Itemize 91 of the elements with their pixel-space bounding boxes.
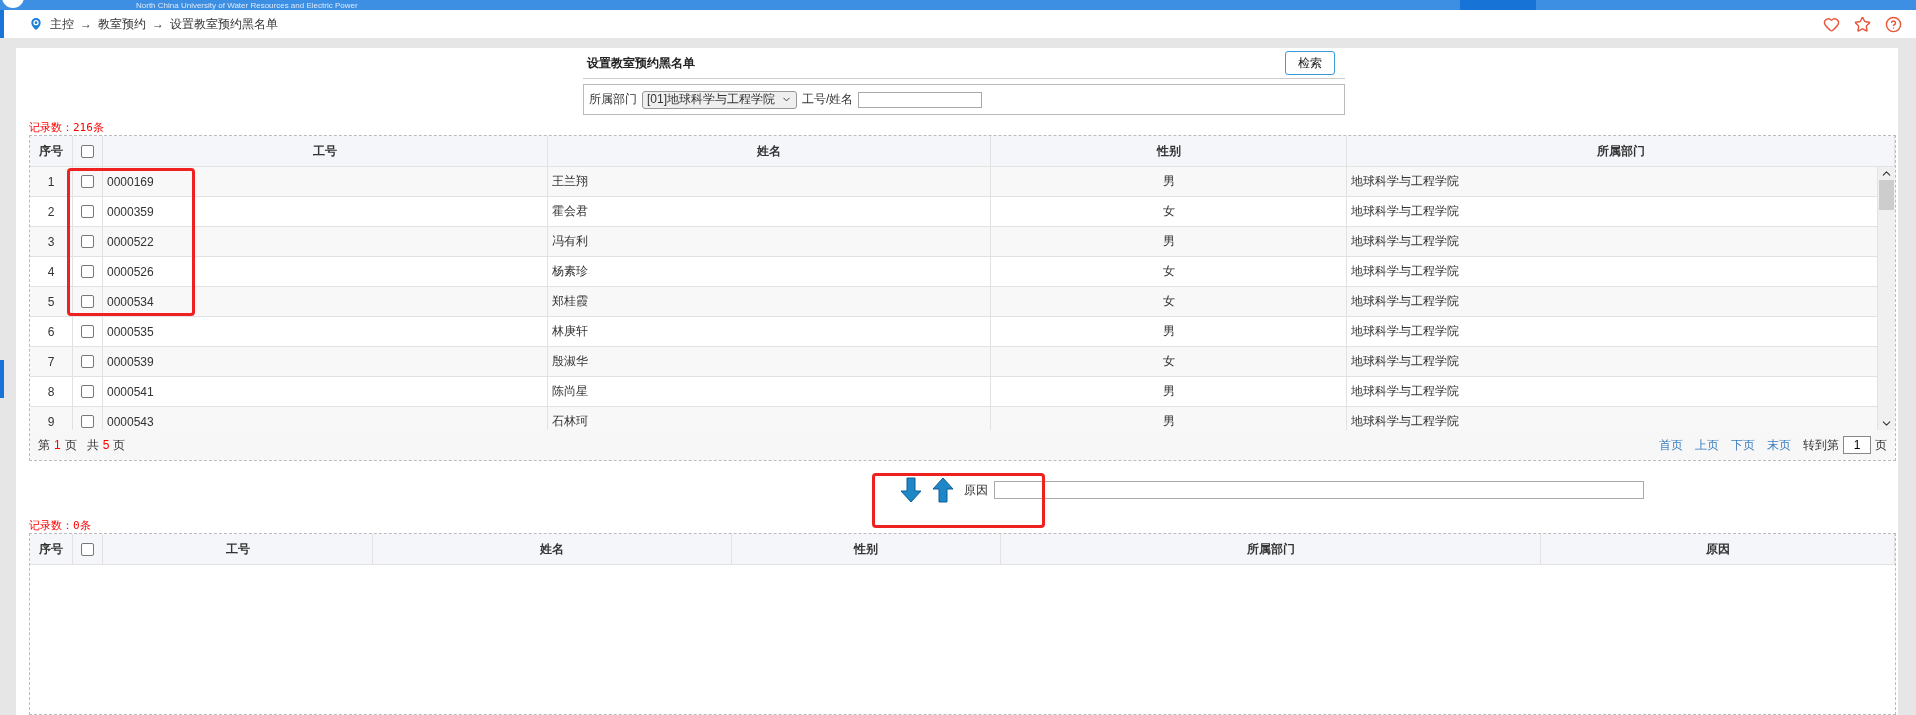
row-number: 3: [30, 227, 73, 256]
row-checkbox[interactable]: [81, 325, 94, 338]
row-number: 8: [30, 377, 73, 406]
table-cell: 郑桂霞: [548, 287, 991, 316]
pager-link[interactable]: 末页: [1767, 436, 1791, 454]
column-header: 姓名: [373, 534, 732, 564]
table-cell: 0000534: [103, 287, 548, 316]
column-header: 原因: [1541, 534, 1895, 564]
row-checkbox[interactable]: [81, 295, 94, 308]
pager-text: 第: [38, 436, 50, 454]
pager-link[interactable]: 首页: [1659, 436, 1683, 454]
table-cell: 王兰翔: [548, 167, 991, 196]
select-all-checkbox[interactable]: [81, 144, 94, 158]
table-cell: 女: [991, 197, 1347, 226]
row-number: 7: [30, 347, 73, 376]
column-header: 工号: [103, 136, 548, 166]
breadcrumb-item[interactable]: 设置教室预约黑名单: [170, 15, 278, 33]
table-cell: 女: [991, 287, 1347, 316]
pager-text: 页: [1875, 436, 1887, 454]
column-header: 所属部门: [1347, 136, 1895, 166]
table-cell: 林庚轩: [548, 317, 991, 346]
breadcrumb-separator: →: [152, 17, 164, 31]
table-cell: 女: [991, 257, 1347, 286]
column-header: 工号: [103, 534, 373, 564]
star-icon[interactable]: [1854, 15, 1871, 33]
table-cell: 0000526: [103, 257, 548, 286]
row-checkbox[interactable]: [81, 205, 94, 218]
banner-caption: North China University of Water Resources and Electric Power: [136, 2, 358, 10]
row-checkbox[interactable]: [81, 175, 94, 188]
breadcrumb-separator: →: [80, 17, 92, 31]
scroll-thumb[interactable]: [1879, 180, 1894, 210]
column-header: 性别: [732, 534, 1001, 564]
heart-icon[interactable]: [1823, 15, 1840, 33]
breadcrumb-item[interactable]: 教室预约: [98, 15, 146, 33]
table-cell: 女: [991, 347, 1347, 376]
total-pages: 5: [102, 438, 110, 452]
table-cell: 陈尚星: [548, 377, 991, 406]
pager-text: 页: [64, 436, 77, 454]
current-page: 1: [54, 438, 61, 452]
select-all-checkbox[interactable]: [81, 542, 94, 556]
up-arrow-icon[interactable]: [932, 477, 954, 503]
location-pin-icon: [28, 16, 44, 32]
table-cell: 男: [991, 317, 1347, 346]
table-cell: 霍会君: [548, 197, 991, 226]
table-cell: 杨素珍: [548, 257, 991, 286]
row-checkbox[interactable]: [81, 415, 94, 428]
row-checkbox[interactable]: [81, 265, 94, 278]
scrollbar[interactable]: [1878, 167, 1895, 430]
reason-label: 原因: [964, 481, 988, 499]
table-cell: 冯有利: [548, 227, 991, 256]
breadcrumb-item[interactable]: 主控: [50, 15, 74, 33]
column-header: 性别: [991, 136, 1347, 166]
record-count: 记录数：216条: [29, 121, 104, 135]
department-label: 所属部门: [589, 91, 637, 108]
table-cell: 0000359: [103, 197, 548, 226]
table-cell: 殷淑华: [548, 347, 991, 376]
department-select[interactable]: [01]地球科学与工程学院: [642, 90, 797, 109]
page-input[interactable]: 1: [1843, 436, 1871, 454]
row-checkbox[interactable]: [81, 355, 94, 368]
table-cell: 男: [991, 167, 1347, 196]
pager-link[interactable]: 下页: [1731, 436, 1755, 454]
table-cell: 0000535: [103, 317, 548, 346]
pager-text: 共: [86, 436, 99, 454]
search-button[interactable]: 检索: [1285, 51, 1335, 75]
id-name-label: 工号/姓名: [802, 91, 854, 108]
column-header: 序号: [30, 136, 73, 166]
row-number: 5: [30, 287, 73, 316]
column-header: 序号: [30, 534, 73, 564]
pager-text: 转到第: [1803, 436, 1839, 454]
row-checkbox[interactable]: [81, 235, 94, 248]
help-icon[interactable]: [1885, 15, 1902, 33]
row-number: 4: [30, 257, 73, 286]
reason-input[interactable]: [994, 481, 1644, 499]
table-cell: 0000522: [103, 227, 548, 256]
table-cell: 0000541: [103, 377, 548, 406]
row-number: 6: [30, 317, 73, 346]
table-cell: 0000169: [103, 167, 548, 196]
down-arrow-icon[interactable]: [900, 477, 922, 503]
pager-text: 页: [113, 436, 126, 454]
row-number: 1: [30, 167, 73, 196]
table-cell: 男: [991, 227, 1347, 256]
table-cell: 0000539: [103, 347, 548, 376]
row-checkbox[interactable]: [81, 385, 94, 398]
record-count: 记录数：0条: [29, 519, 91, 533]
row-number: 2: [30, 197, 73, 226]
form-title: 设置教室预约黑名单: [587, 54, 695, 72]
column-header: 姓名: [548, 136, 991, 166]
pager-link[interactable]: 上页: [1695, 436, 1719, 454]
id-name-input[interactable]: [858, 91, 983, 108]
column-header: 所属部门: [1001, 534, 1541, 564]
table-cell: 男: [991, 377, 1347, 406]
